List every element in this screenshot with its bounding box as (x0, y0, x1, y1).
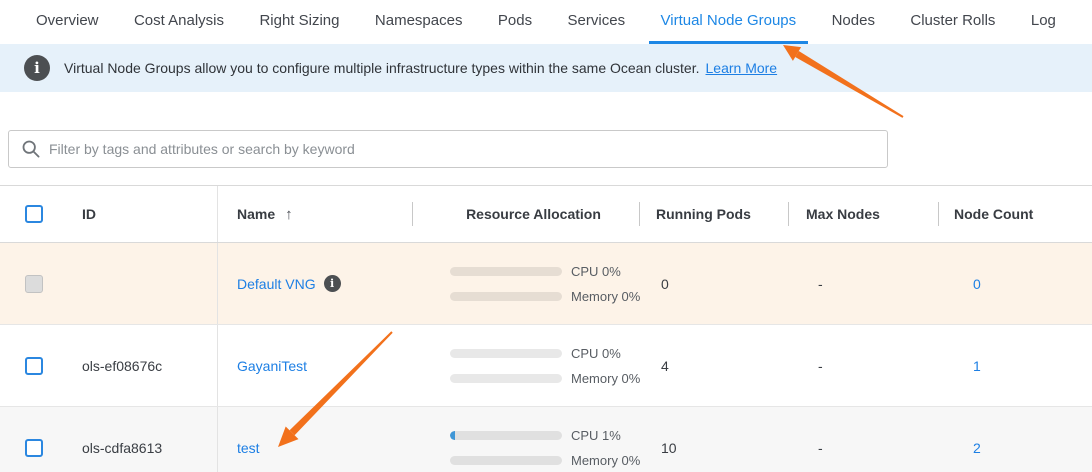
running-pods-value: 4 (639, 325, 788, 406)
tab-namespaces[interactable]: Namespaces (363, 0, 475, 44)
tab-nodes[interactable]: Nodes (820, 0, 887, 44)
table-header-row: ID Name ↑ Resource Allocation Running Po… (0, 185, 1092, 243)
tab-services[interactable]: Services (556, 0, 638, 44)
column-header-resource-allocation: Resource Allocation (412, 186, 639, 242)
select-all-checkbox[interactable] (25, 205, 43, 223)
table-row-gayanitest[interactable]: ols-ef08676c GayaniTest CPU 0% Memory 0%… (0, 325, 1092, 407)
running-pods-value: 0 (639, 243, 788, 324)
info-icon: i (24, 55, 50, 81)
learn-more-link[interactable]: Learn More (706, 60, 778, 76)
cpu-usage-bar (450, 431, 562, 440)
column-header-max-nodes: Max Nodes (788, 186, 938, 242)
vng-name-link[interactable]: test (237, 440, 260, 456)
search-input[interactable] (8, 130, 888, 168)
column-header-running-pods: Running Pods (639, 186, 788, 242)
memory-usage-bar (450, 456, 562, 465)
filter-search (8, 130, 888, 168)
running-pods-value: 10 (639, 407, 788, 472)
vng-name-link[interactable]: Default VNG (237, 276, 316, 292)
cpu-usage-label: CPU 0% (571, 264, 621, 279)
table-row-test[interactable]: ols-cdfa8613 test CPU 1% Memory 0% 10 - … (0, 407, 1092, 472)
row-checkbox (25, 275, 43, 293)
column-header-id: ID (80, 186, 218, 242)
column-header-name-label: Name (237, 206, 275, 222)
memory-usage-bar (450, 374, 562, 383)
banner-message: Virtual Node Groups allow you to configu… (64, 60, 700, 76)
row-checkbox[interactable] (25, 439, 43, 457)
vng-id: ols-cdfa8613 (80, 407, 218, 472)
tab-log[interactable]: Log (1019, 0, 1068, 44)
node-count-link[interactable]: 2 (973, 440, 981, 456)
tab-pods[interactable]: Pods (486, 0, 544, 44)
cpu-usage-bar (450, 267, 562, 276)
tab-bar: Overview Cost Analysis Right Sizing Name… (0, 0, 1092, 44)
node-count-link[interactable]: 1 (973, 358, 981, 374)
cpu-usage-label: CPU 1% (571, 428, 621, 443)
cpu-usage-bar (450, 349, 562, 358)
tab-virtual-node-groups[interactable]: Virtual Node Groups (649, 0, 809, 44)
ocean-cluster-page: Overview Cost Analysis Right Sizing Name… (0, 0, 1092, 472)
memory-usage-bar (450, 292, 562, 301)
cpu-usage-label: CPU 0% (571, 346, 621, 361)
column-header-name[interactable]: Name ↑ (218, 186, 412, 242)
column-header-node-count: Node Count (938, 186, 1092, 242)
search-icon (21, 139, 41, 159)
node-count-link[interactable]: 0 (973, 276, 981, 292)
tab-right-sizing[interactable]: Right Sizing (247, 0, 351, 44)
memory-usage-label: Memory 0% (571, 289, 640, 304)
tab-cost-analysis[interactable]: Cost Analysis (122, 0, 236, 44)
tab-cluster-rolls[interactable]: Cluster Rolls (898, 0, 1007, 44)
info-icon[interactable]: i (324, 275, 341, 292)
vng-name-link[interactable]: GayaniTest (237, 358, 307, 374)
row-checkbox[interactable] (25, 357, 43, 375)
memory-usage-label: Memory 0% (571, 453, 640, 468)
tab-overview[interactable]: Overview (24, 0, 111, 44)
info-banner: i Virtual Node Groups allow you to confi… (0, 44, 1092, 92)
vng-id (80, 243, 218, 324)
max-nodes-value: - (788, 243, 938, 324)
table-row-default-vng[interactable]: Default VNG i CPU 0% Memory 0% 0 - 0 (0, 243, 1092, 325)
sort-ascending-icon: ↑ (285, 206, 293, 223)
max-nodes-value: - (788, 407, 938, 472)
max-nodes-value: - (788, 325, 938, 406)
memory-usage-label: Memory 0% (571, 371, 640, 386)
vng-id: ols-ef08676c (80, 325, 218, 406)
vng-table: ID Name ↑ Resource Allocation Running Po… (0, 185, 1092, 472)
